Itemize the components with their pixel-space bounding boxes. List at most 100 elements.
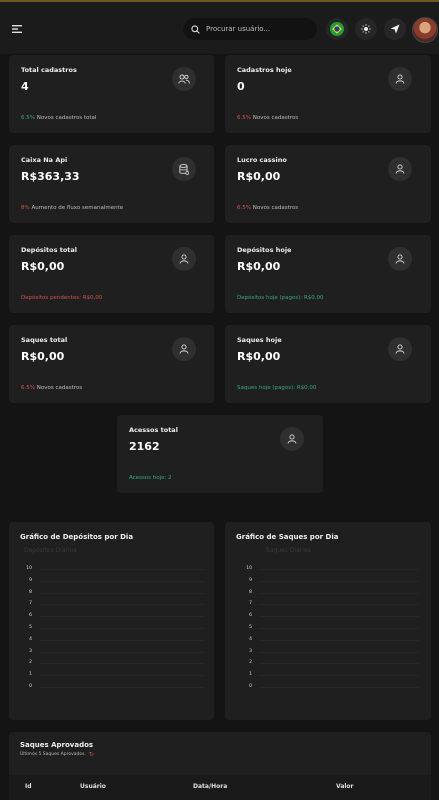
card-foot-text: Depósitos hoje (pagos): R$0,00 xyxy=(237,295,324,301)
card-acessos-total: Acessos total 2162 Acessos hoje: 2 xyxy=(117,415,323,493)
user-icon xyxy=(388,67,412,91)
database-icon xyxy=(172,157,196,181)
y-tick-label: 9 xyxy=(29,577,32,583)
y-tick-label: 8 xyxy=(249,589,252,595)
card-value: 0 xyxy=(237,80,245,93)
y-tick-label: 5 xyxy=(249,625,252,630)
card-value: R$0,00 xyxy=(21,260,65,273)
search-box[interactable] xyxy=(183,18,317,40)
table-header-id: Id xyxy=(25,783,32,790)
card-value: R$0,00 xyxy=(237,170,281,183)
send-icon xyxy=(390,24,400,34)
gridline xyxy=(39,604,204,606)
y-tick-label: 2 xyxy=(249,660,252,666)
card-foot-pct: 6.5% xyxy=(237,205,251,211)
gridline xyxy=(259,580,419,582)
card-value: R$0,00 xyxy=(237,260,281,273)
gridline xyxy=(39,663,204,665)
card-foot-pct: 6.5% xyxy=(237,115,251,121)
user-icon xyxy=(388,247,412,271)
user-icon xyxy=(388,157,412,181)
gridline xyxy=(39,580,204,582)
y-tick-label: 1 xyxy=(29,672,32,678)
card-saques-total: Saques total R$0,00 6.5% Novos cadastros xyxy=(9,325,214,403)
table-header-valor: Valor xyxy=(336,783,354,790)
gridline xyxy=(259,604,419,606)
y-tick-label: 8 xyxy=(29,589,32,595)
gridline xyxy=(39,616,204,618)
gridline xyxy=(259,687,419,688)
gridline xyxy=(259,639,419,641)
search-icon xyxy=(191,24,200,34)
gridline xyxy=(259,569,419,570)
card-foot-text: Aumento de fluxo semanalmente xyxy=(31,205,124,211)
chart-legend: Saques Diários xyxy=(266,547,311,554)
gridline xyxy=(39,651,204,653)
chart-legend: Depósitos Diários xyxy=(24,547,77,554)
y-tick-label: 10 xyxy=(246,566,252,571)
card-caixa-api: Caixa Na Api R$363,33 8% Aumento de flux… xyxy=(9,145,214,223)
card-foot-pct: 6.5% xyxy=(21,385,35,391)
gridline xyxy=(39,592,204,594)
y-tick-label: 0 xyxy=(29,684,32,689)
card-foot-text: Novos cadastros xyxy=(252,115,299,121)
card-value: 4 xyxy=(21,80,29,93)
theme-toggle-button[interactable] xyxy=(355,18,377,40)
gridline xyxy=(259,675,419,677)
y-tick-label: 4 xyxy=(249,636,252,642)
card-title: Caixa Na Api xyxy=(21,156,68,164)
gridline xyxy=(39,639,204,641)
y-tick-label: 9 xyxy=(249,577,252,583)
card-value: R$363,33 xyxy=(21,170,80,183)
card-foot-text: Depósitos pendentes: R$0,00 xyxy=(21,295,103,301)
card-title: Total cadastros xyxy=(21,66,77,74)
gridline xyxy=(259,592,419,594)
y-tick-label: 2 xyxy=(29,660,32,666)
user-icon xyxy=(280,427,304,451)
card-foot-pct: 8% xyxy=(21,205,30,211)
top-bar xyxy=(0,0,439,54)
gridline xyxy=(259,616,419,618)
menu-icon[interactable] xyxy=(7,19,27,39)
y-tick-label: 4 xyxy=(29,636,32,642)
card-value: 2162 xyxy=(129,440,160,453)
refresh-icon[interactable]: ↻ xyxy=(89,751,94,758)
brazil-flag-icon xyxy=(330,22,344,36)
y-tick-label: 10 xyxy=(26,566,32,571)
search-input[interactable] xyxy=(204,24,308,34)
section-subtitle: Últimos 5 Saques Aprovados. xyxy=(20,752,86,757)
avatar[interactable] xyxy=(412,17,438,43)
y-tick-label: 6 xyxy=(29,613,32,619)
card-title: Acessos total xyxy=(129,426,178,434)
notifications-button[interactable] xyxy=(384,18,406,40)
chart-saques: Gráfico de Saques por Dia Saques Diários… xyxy=(225,522,431,720)
gridline xyxy=(39,675,204,677)
y-tick-label: 6 xyxy=(249,613,252,619)
card-foot-text: Saques hoje (pagos): R$0,00 xyxy=(237,385,317,391)
card-lucro-cassino: Lucro cassino R$0,00 6.5% Novos cadastro… xyxy=(225,145,431,223)
card-value: R$0,00 xyxy=(237,350,281,363)
user-icon xyxy=(388,337,412,361)
sun-icon xyxy=(361,24,371,34)
card-foot-text: Novos cadastros xyxy=(252,205,299,211)
user-icon xyxy=(172,337,196,361)
y-tick-label: 0 xyxy=(249,684,252,689)
section-title: Saques Aprovados xyxy=(20,741,94,749)
y-tick-label: 5 xyxy=(29,625,32,630)
card-foot-text: Novos cadastros xyxy=(36,385,83,391)
language-flag-button[interactable] xyxy=(326,18,348,40)
card-title: Saques total xyxy=(21,336,68,344)
card-cadastros-hoje: Cadastros hoje 0 6.5% Novos cadastros xyxy=(225,55,431,133)
user-icon xyxy=(172,247,196,271)
card-depositos-hoje: Depósitos hoje R$0,00 Depósitos hoje (pa… xyxy=(225,235,431,313)
card-foot-text: Acessos hoje: 2 xyxy=(129,475,172,481)
y-tick-label: 1 xyxy=(249,672,252,678)
gridline xyxy=(39,569,204,570)
chart-title: Gráfico de Depósitos por Dia xyxy=(20,533,134,541)
card-total-cadastros: Total cadastros 4 6.5% Novos cadastros t… xyxy=(9,55,214,133)
card-title: Lucro cassino xyxy=(237,156,287,164)
card-depositos-total: Depósitos total R$0,00 Depósitos pendent… xyxy=(9,235,214,313)
gridline xyxy=(39,628,204,629)
card-value: R$0,00 xyxy=(21,350,65,363)
card-title: Depósitos hoje xyxy=(237,246,292,254)
